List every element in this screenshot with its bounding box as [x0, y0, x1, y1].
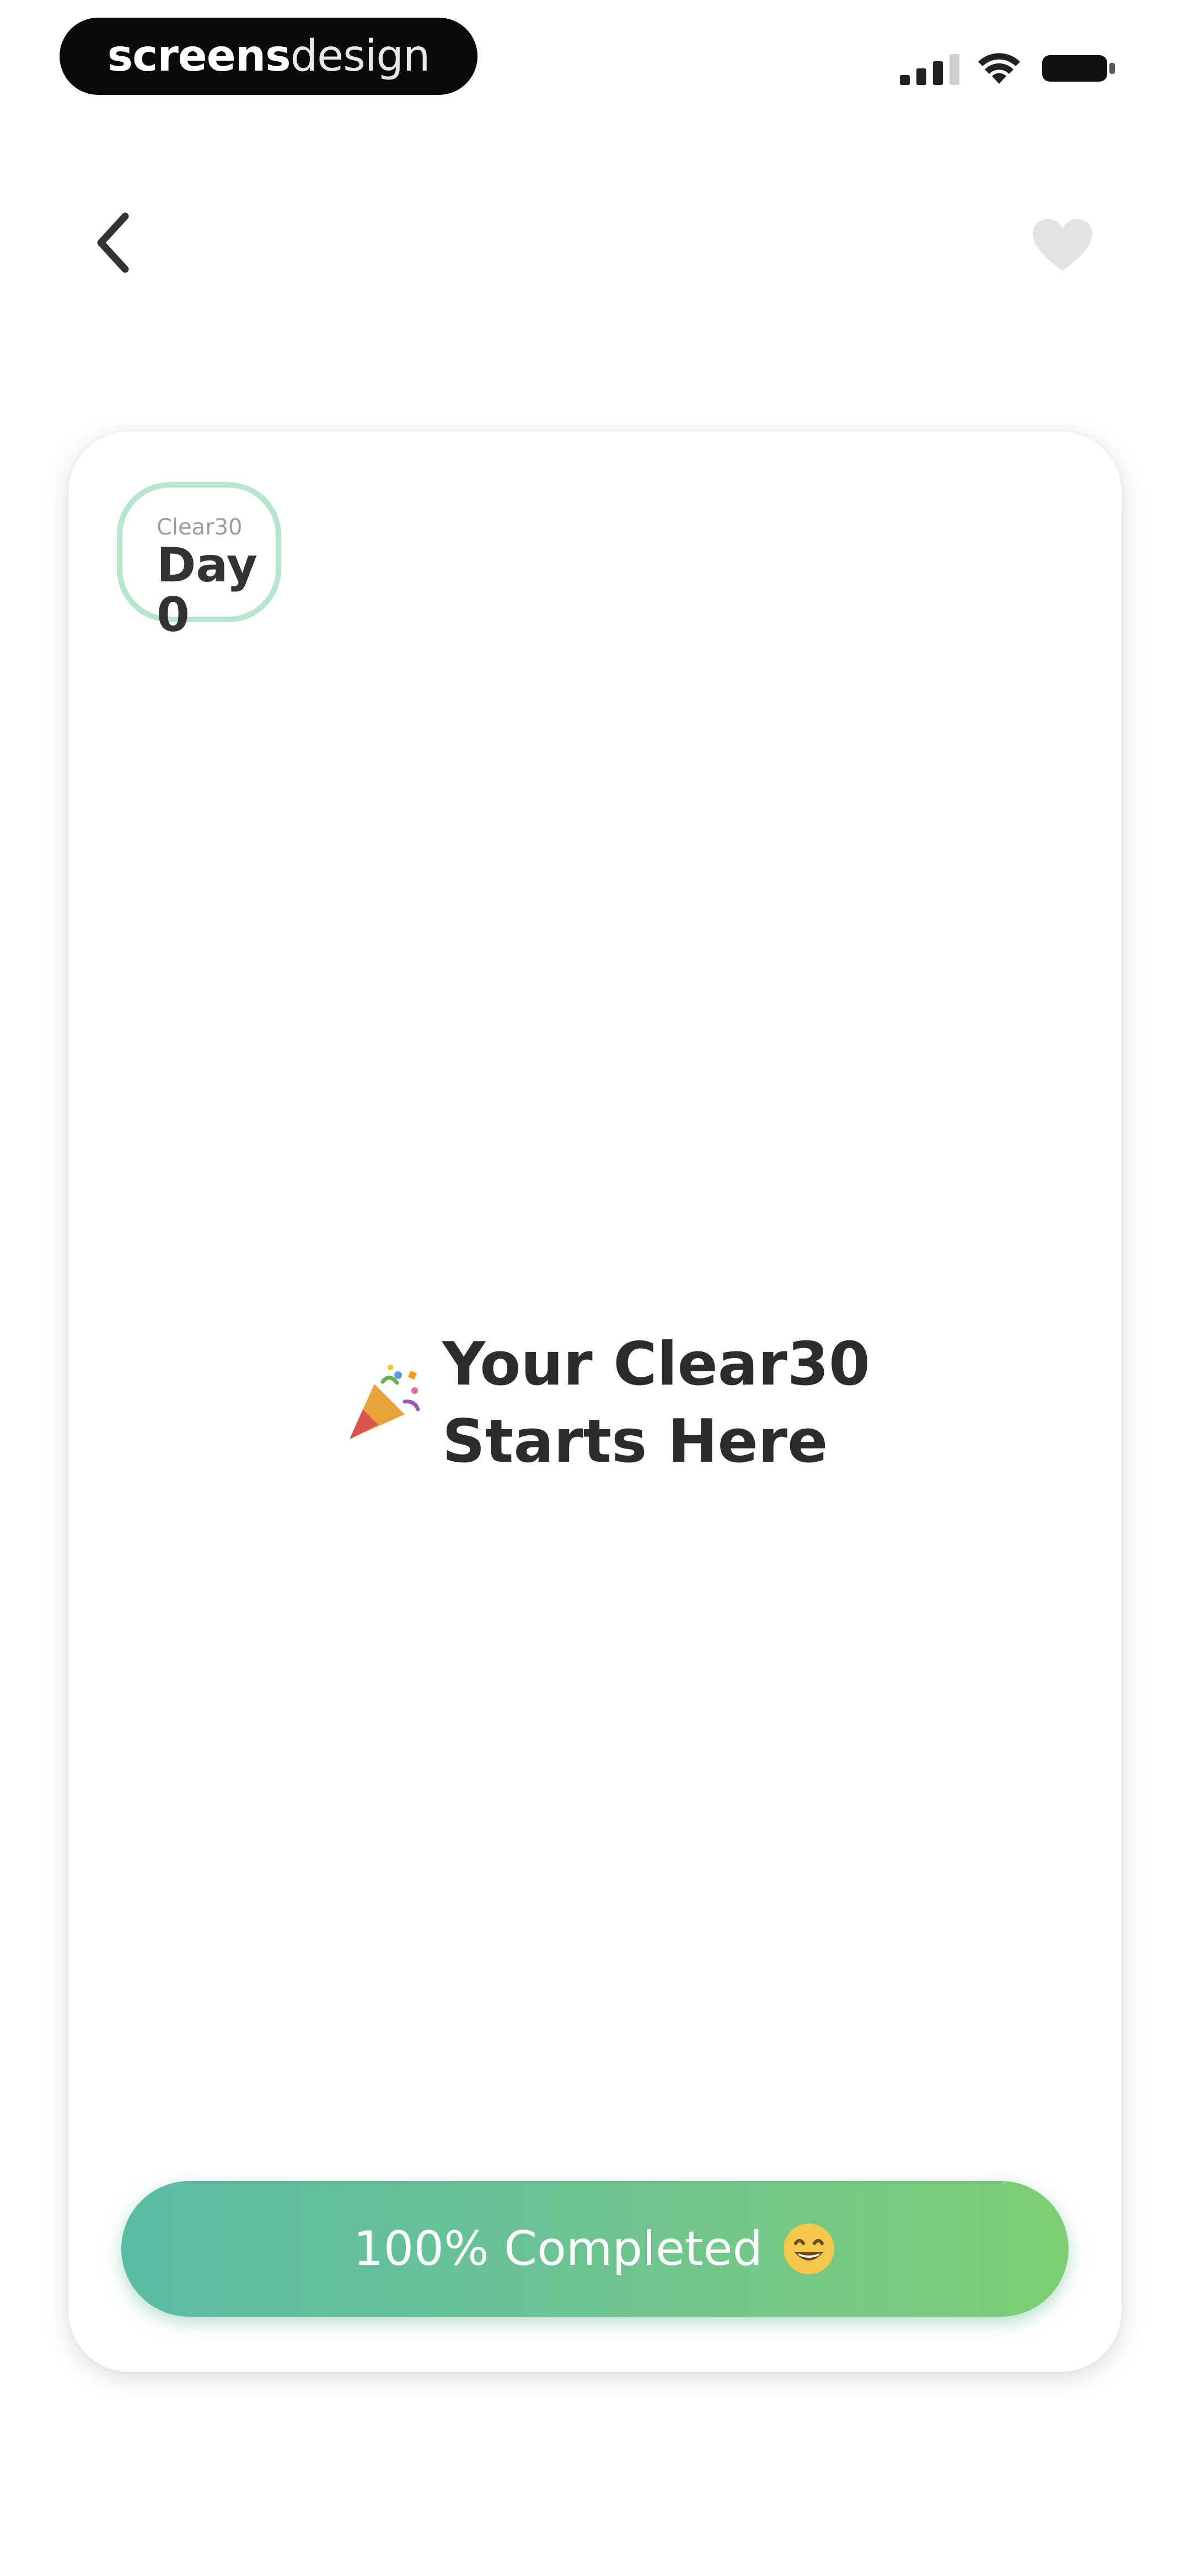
party-popper-icon: [350, 1365, 420, 1440]
back-button[interactable]: [83, 204, 143, 281]
day-badge: Clear30 Day 0: [117, 482, 281, 640]
heart-icon: [1033, 219, 1092, 271]
headline-text: Your Clear30 Starts Here: [442, 1326, 870, 1481]
chevron-left-icon: [97, 212, 129, 273]
progress-complete-button[interactable]: 100% Completed: [121, 2181, 1069, 2317]
headline-line-2: Starts Here: [442, 1407, 828, 1477]
grinning-face-icon: [784, 2224, 835, 2274]
card-headline: Your Clear30 Starts Here: [344, 1326, 870, 1481]
battery-icon: [1042, 55, 1115, 82]
wifi-icon: [978, 53, 1020, 84]
brand-text-bold: screens: [107, 31, 291, 81]
status-bar: screens design: [0, 0, 1191, 116]
progress-label: 100% Completed: [353, 2221, 763, 2276]
brand-logo: screens design: [60, 18, 478, 95]
badge-program-label: Clear30: [157, 515, 243, 540]
headline-line-1: Your Clear30: [442, 1330, 871, 1399]
signal-icon: [900, 54, 959, 85]
journey-card: Clear30 Day 0 Your Clear30 Starts Here 1…: [68, 431, 1122, 2372]
brand-text-light: design: [290, 31, 431, 81]
badge-day-label: Day 0: [157, 538, 257, 643]
favorite-button[interactable]: [1027, 212, 1098, 279]
